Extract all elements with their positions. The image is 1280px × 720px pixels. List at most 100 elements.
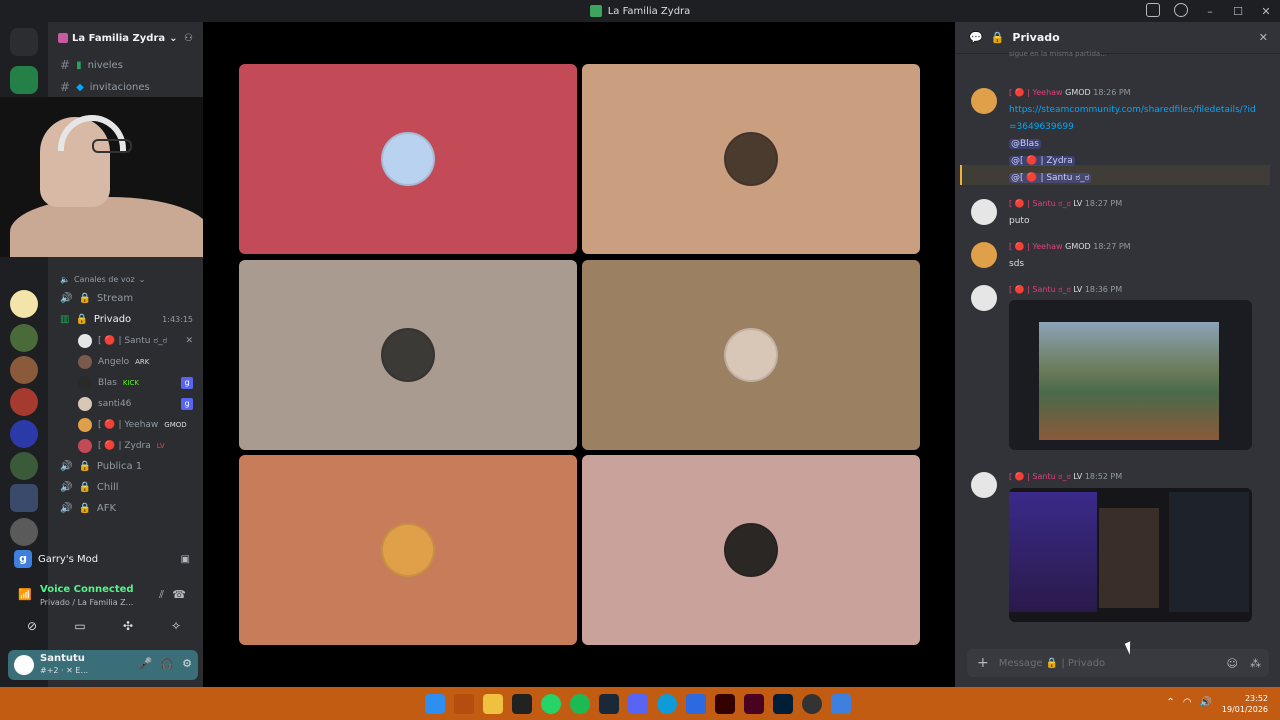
noise-suppression-icon[interactable]: ⫽: [159, 588, 164, 602]
voice-channel-stream[interactable]: 🔊 🔒 Stream: [48, 288, 203, 309]
server-icon[interactable]: [10, 518, 38, 546]
channel-label: Publica 1: [96, 461, 143, 472]
chat-bubble-icon: 💬: [969, 31, 983, 44]
avatar[interactable]: [971, 472, 997, 498]
discord-icon[interactable]: [628, 694, 648, 714]
steam-icon[interactable]: [599, 694, 619, 714]
voice-channel-publica[interactable]: 🔊 🔒 Publica 1: [48, 456, 203, 477]
message-author[interactable]: [ 🔴 | Santu ಠ_ಠ: [1009, 472, 1071, 481]
apps-icon[interactable]: ⁂: [1250, 657, 1261, 670]
add-member-icon[interactable]: ⚇: [184, 33, 193, 44]
emoji-icon[interactable]: ☺: [1227, 657, 1238, 670]
screen-share-button[interactable]: ▭: [62, 616, 98, 636]
avatar[interactable]: [971, 88, 997, 114]
system-clock[interactable]: 23:52 19/01/2026: [1222, 693, 1268, 715]
spotify-icon[interactable]: [570, 694, 590, 714]
guild-header[interactable]: La Familia Zydra ⌄ ⚇: [48, 22, 203, 54]
voice-channel-privado[interactable]: ▥ 🔒 Privado 1:43:15: [48, 309, 203, 330]
server-icon[interactable]: [10, 66, 38, 94]
user-tag: GMOD: [164, 420, 187, 429]
message-author[interactable]: [ 🔴 | Yeehaw: [1009, 242, 1063, 251]
participant-tile[interactable]: [239, 455, 577, 645]
avatar[interactable]: [971, 199, 997, 225]
voice-user[interactable]: Angelo ARK: [48, 351, 203, 372]
participant-tile[interactable]: [582, 260, 920, 450]
voice-user[interactable]: Blas KICK g: [48, 372, 203, 393]
epic-games-icon[interactable]: [512, 694, 532, 714]
edge-icon[interactable]: [657, 694, 677, 714]
voice-user[interactable]: [ 🔴 | Zydra LV: [48, 435, 203, 456]
image-attachment[interactable]: [1009, 488, 1252, 622]
participant-tile[interactable]: [582, 64, 920, 254]
game-controller-icon[interactable]: ▣: [181, 554, 190, 565]
server-icon[interactable]: [10, 324, 38, 352]
activity-panel[interactable]: g Garry's Mod ▣: [8, 547, 198, 571]
server-icon[interactable]: [10, 290, 38, 318]
avatar[interactable]: [971, 285, 997, 311]
voice-user[interactable]: [ 🔴 | Santu ಠ_ಠ ✕: [48, 330, 203, 351]
voice-channel-chill[interactable]: 🔊 🔒 Chill: [48, 477, 203, 498]
voice-category[interactable]: 🔈 Canales de voz ⌄: [48, 270, 203, 288]
channel-invitaciones[interactable]: # ◆ invitaciones: [48, 76, 203, 98]
gear-icon[interactable]: ⚙: [182, 657, 192, 670]
message-link[interactable]: https://steamcommunity.com/sharedfiles/f…: [1009, 102, 1259, 136]
close-window-button[interactable]: ✕: [1252, 5, 1280, 18]
server-icon[interactable]: [10, 420, 38, 448]
voice-channel-afk[interactable]: 🔊 🔒 AFK: [48, 498, 203, 519]
server-icon[interactable]: [10, 356, 38, 384]
message-author[interactable]: [ 🔴 | Yeehaw: [1009, 88, 1063, 97]
help-icon[interactable]: [1174, 3, 1188, 17]
glasses-shape: [92, 139, 132, 153]
signal-icon[interactable]: 📶: [18, 588, 32, 601]
soundboard-button[interactable]: ✧: [158, 616, 194, 636]
user-mention[interactable]: @[ 🔴 | Zydra: [1009, 156, 1075, 166]
avatar[interactable]: [971, 242, 997, 268]
indesign-icon[interactable]: [744, 694, 764, 714]
image-content: [1009, 492, 1097, 612]
inbox-icon[interactable]: [1146, 3, 1160, 17]
minimize-button[interactable]: –: [1196, 5, 1224, 18]
chevron-up-icon[interactable]: ⌃: [1166, 697, 1174, 708]
server-folder-icon[interactable]: [10, 484, 38, 512]
maximize-button[interactable]: ☐: [1224, 5, 1252, 18]
illustrator-icon[interactable]: [715, 694, 735, 714]
photoshop-icon[interactable]: [773, 694, 793, 714]
start-icon[interactable]: [425, 694, 445, 714]
camera-off-button[interactable]: ⊘: [14, 616, 50, 636]
whatsapp-icon[interactable]: [541, 694, 561, 714]
server-icon[interactable]: [10, 388, 38, 416]
message-author[interactable]: [ 🔴 | Santu ಠ_ಠ: [1009, 285, 1071, 294]
close-icon[interactable]: ✕: [1259, 31, 1268, 44]
image-attachment[interactable]: [1009, 300, 1252, 450]
message-author[interactable]: [ 🔴 | Santu ಠ_ಠ: [1009, 199, 1071, 208]
user-mention[interactable]: @Blas: [1009, 139, 1041, 149]
obs-icon[interactable]: [802, 694, 822, 714]
garrys-mod-icon[interactable]: [831, 694, 851, 714]
wifi-icon[interactable]: ◠: [1183, 697, 1192, 708]
lock-icon: 🔒: [78, 503, 91, 514]
discord-home-icon[interactable]: [10, 28, 38, 56]
volume-icon[interactable]: 🔊: [1200, 697, 1212, 708]
message-input[interactable]: Message 🔒 | Privado: [999, 658, 1105, 669]
headphones-icon[interactable]: 🎧: [160, 657, 174, 670]
microphone-icon[interactable]: 🎤: [139, 657, 153, 670]
message-composer[interactable]: + Message 🔒 | Privado ☺ ⁂: [967, 649, 1269, 677]
voice-status-title[interactable]: Voice Connected: [40, 584, 134, 595]
participant-tile[interactable]: [239, 64, 577, 254]
participant-tile[interactable]: [582, 455, 920, 645]
user-mention[interactable]: @[ 🔴 | Santu ಠ_ಠ: [1009, 173, 1092, 183]
voice-user[interactable]: [ 🔴 | Yeehaw GMOD: [48, 414, 203, 435]
avatar[interactable]: [14, 655, 34, 675]
participant-tile[interactable]: [239, 260, 577, 450]
disconnect-icon[interactable]: ☎: [172, 588, 186, 601]
add-attachment-icon[interactable]: +: [977, 655, 989, 671]
app-icon[interactable]: [686, 694, 706, 714]
activities-button[interactable]: ✣: [110, 616, 146, 636]
server-icon[interactable]: [10, 452, 38, 480]
voice-user[interactable]: santi46 g: [48, 393, 203, 414]
window-title-text: La Familia Zydra: [607, 5, 691, 17]
search-icon[interactable]: [454, 694, 474, 714]
channel-niveles[interactable]: # ▮ niveles: [48, 54, 203, 76]
user-name[interactable]: Santutu: [40, 653, 85, 664]
folder-icon[interactable]: [483, 694, 503, 714]
